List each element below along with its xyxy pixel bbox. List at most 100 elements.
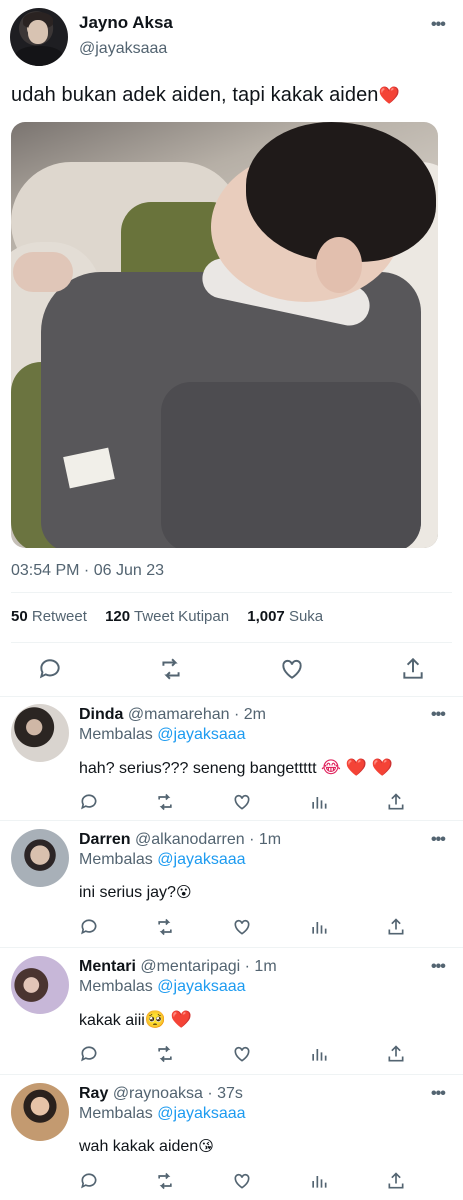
reply-author-name[interactable]: Mentari <box>79 958 136 975</box>
divider <box>0 820 463 821</box>
reply-author-name[interactable]: Ray <box>79 1085 108 1102</box>
reply-time[interactable]: · 2m <box>234 706 266 723</box>
tweet-text: udah bukan adek aiden, tapi kakak aiden❤… <box>11 84 400 107</box>
retweet-icon[interactable] <box>155 1171 175 1191</box>
more-options-icon[interactable]: ••• <box>431 16 446 34</box>
retweet-icon[interactable] <box>155 1044 175 1064</box>
retweet-label[interactable]: Retweet <box>32 608 87 625</box>
more-options-icon[interactable]: ••• <box>431 958 446 976</box>
reply-header: Dinda @mamarehan · 2m <box>79 706 266 724</box>
reply-author-name[interactable]: Darren <box>79 831 131 848</box>
replying-to-handle[interactable]: @jayaksaaa <box>157 851 245 868</box>
reply-text-emoji: 😂 ❤️ ❤️ <box>320 758 393 777</box>
reply-author-handle[interactable]: @alkanodarren <box>135 831 245 848</box>
retweet-icon[interactable] <box>155 792 175 812</box>
reply-header: Darren @alkanodarren · 1m <box>79 831 281 849</box>
more-options-icon[interactable]: ••• <box>431 831 446 849</box>
reply-time[interactable]: · 1m <box>245 958 277 975</box>
reply-text: hah? serius??? seneng bangettttt 😂 ❤️ ❤️ <box>79 758 393 778</box>
replying-to: Membalas @jayaksaaa <box>79 851 246 869</box>
author-handle[interactable]: @jayaksaaa <box>79 40 167 58</box>
replying-to: Membalas @jayaksaaa <box>79 1105 246 1123</box>
avatar-face <box>28 20 48 44</box>
analytics-icon[interactable] <box>309 1044 329 1064</box>
like-icon[interactable] <box>232 792 252 812</box>
reply-header: Ray @raynoaksa · 37s <box>79 1085 243 1103</box>
more-options-icon[interactable]: ••• <box>431 706 446 724</box>
like-label[interactable]: Suka <box>289 608 323 625</box>
divider <box>0 696 463 697</box>
like-icon[interactable] <box>279 656 305 682</box>
reply-text-body: wah kakak aiden <box>79 1138 199 1155</box>
avatar-suit <box>14 46 64 66</box>
tweet-actions <box>0 650 463 690</box>
replying-to-label: Membalas <box>79 726 153 743</box>
like-icon[interactable] <box>232 1044 252 1064</box>
share-icon[interactable] <box>386 917 406 937</box>
retweet-icon[interactable] <box>155 917 175 937</box>
divider <box>0 1074 463 1075</box>
replying-to-label: Membalas <box>79 851 153 868</box>
share-icon[interactable] <box>400 656 426 682</box>
analytics-icon[interactable] <box>309 792 329 812</box>
reply-text: wah kakak aiden😘 <box>79 1137 214 1156</box>
reply-actions <box>0 1171 463 1199</box>
reply-icon[interactable] <box>79 917 99 937</box>
reply-text-body: kakak aiii <box>79 1012 145 1029</box>
reply-text-emoji: 😮 <box>175 884 192 901</box>
like-icon[interactable] <box>232 1171 252 1191</box>
divider <box>11 642 452 643</box>
share-icon[interactable] <box>386 1171 406 1191</box>
reply-text: ini serius jay?😮 <box>79 883 192 902</box>
reply-icon[interactable] <box>79 1044 99 1064</box>
replying-to-handle[interactable]: @jayaksaaa <box>157 726 245 743</box>
avatar[interactable] <box>11 704 69 762</box>
reply-actions <box>0 1044 463 1072</box>
author-name[interactable]: Jayno Aksa <box>79 13 173 33</box>
reply-author-name[interactable]: Dinda <box>79 706 123 723</box>
reply-time[interactable]: · 37s <box>207 1085 243 1102</box>
reply-text-body: hah? serius??? seneng bangettttt <box>79 760 317 777</box>
reply-author-handle[interactable]: @mamarehan <box>128 706 230 723</box>
divider <box>0 947 463 948</box>
reply-icon[interactable] <box>79 1171 99 1191</box>
quote-count[interactable]: 120 <box>105 608 130 625</box>
quote-label[interactable]: Tweet Kutipan <box>134 608 229 625</box>
avatar[interactable] <box>11 956 69 1014</box>
reply-actions <box>0 792 463 820</box>
tweet-timestamp[interactable]: 03:54 PM · 06 Jun 23 <box>11 562 164 580</box>
reply-text-body: ini serius jay? <box>79 884 176 901</box>
divider <box>11 592 452 593</box>
retweet-icon[interactable] <box>158 656 184 682</box>
reply-author-handle[interactable]: @raynoaksa <box>113 1085 203 1102</box>
reply-icon[interactable] <box>37 656 63 682</box>
avatar[interactable] <box>10 8 68 66</box>
avatar[interactable] <box>11 1083 69 1141</box>
replying-to-handle[interactable]: @jayaksaaa <box>157 1105 245 1122</box>
analytics-icon[interactable] <box>309 917 329 937</box>
reply-text-emoji: 😘 <box>198 1138 214 1155</box>
more-options-icon[interactable]: ••• <box>431 1085 446 1103</box>
tweet-text-body: udah bukan adek aiden, tapi kakak aiden <box>11 84 379 106</box>
reply-header: Mentari @mentaripagi · 1m <box>79 958 277 976</box>
share-icon[interactable] <box>386 1044 406 1064</box>
like-icon[interactable] <box>232 917 252 937</box>
replying-to-label: Membalas <box>79 978 153 995</box>
reply-time[interactable]: · 1m <box>249 831 281 848</box>
tweet-stats: 50 Retweet 120 Tweet Kutipan 1,007 Suka <box>11 608 337 625</box>
like-count[interactable]: 1,007 <box>247 608 285 625</box>
replying-to-handle[interactable]: @jayaksaaa <box>157 978 245 995</box>
share-icon[interactable] <box>386 792 406 812</box>
reply-author-handle[interactable]: @mentaripagi <box>140 958 240 975</box>
replying-to: Membalas @jayaksaaa <box>79 726 246 744</box>
tweet-photo[interactable] <box>11 122 438 548</box>
avatar[interactable] <box>11 829 69 887</box>
analytics-icon[interactable] <box>309 1171 329 1191</box>
reply-text: kakak aiii🥺 ❤️ <box>79 1010 192 1030</box>
retweet-count[interactable]: 50 <box>11 608 28 625</box>
reply-icon[interactable] <box>79 792 99 812</box>
reply-text-emoji: 🥺 ❤️ <box>144 1010 192 1029</box>
replying-to: Membalas @jayaksaaa <box>79 978 246 996</box>
replying-to-label: Membalas <box>79 1105 153 1122</box>
reply-actions <box>0 917 463 945</box>
